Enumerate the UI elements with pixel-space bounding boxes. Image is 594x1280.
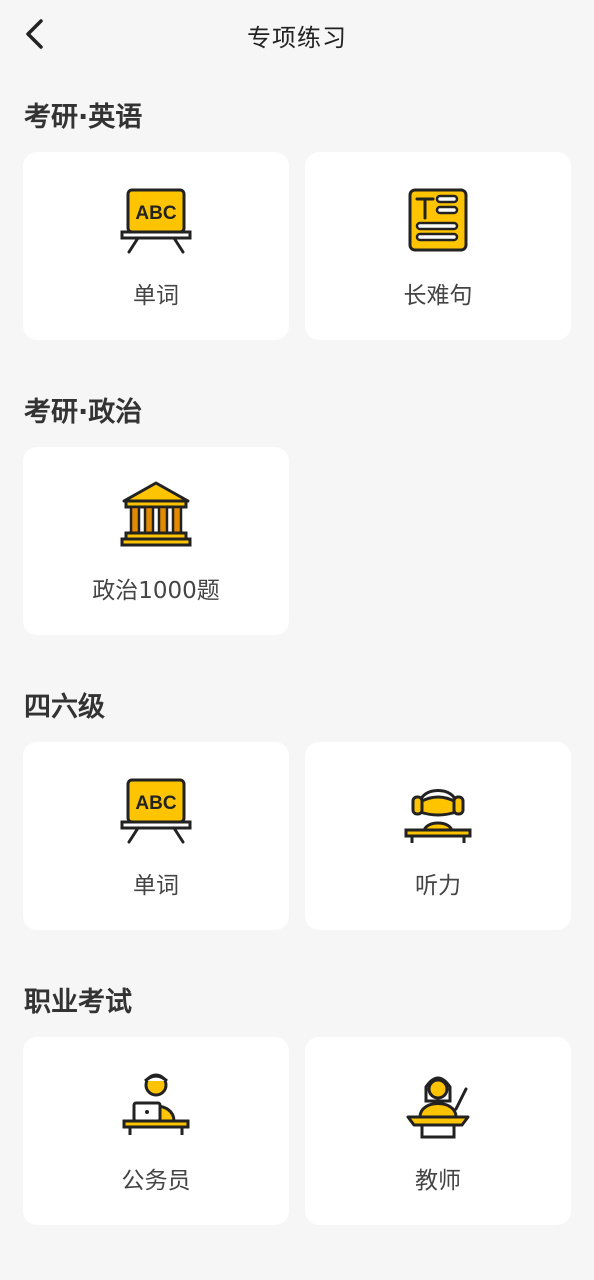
card-politics-1000[interactable]: 政治1000题: [23, 447, 289, 635]
card-label: 教师: [415, 1168, 461, 1194]
teacher-podium-icon: [406, 1076, 470, 1139]
section-title-kaoyan-politics: 考研·政治: [24, 397, 143, 428]
svg-text:ABC: ABC: [135, 203, 176, 224]
card-kaoyan-vocab[interactable]: ABC 单词: [23, 152, 289, 340]
section-title-vocational: 职业考试: [24, 987, 132, 1018]
headphones-listener-icon: [404, 789, 472, 843]
card-cet-listening[interactable]: 听力: [305, 742, 571, 930]
abc-board-icon: ABC: [120, 778, 192, 844]
abc-board-icon: ABC: [120, 188, 192, 254]
government-building-icon: [120, 481, 192, 547]
header-bar: 专项练习: [0, 0, 594, 72]
card-label: 政治1000题: [92, 578, 220, 604]
text-document-icon: [408, 188, 468, 252]
card-label: 单词: [133, 283, 179, 309]
card-label: 单词: [133, 873, 179, 899]
svg-text:ABC: ABC: [135, 793, 176, 814]
laptop-worker-icon: [122, 1073, 190, 1135]
card-label: 公务员: [121, 1168, 191, 1194]
card-civil-servant[interactable]: 公务员: [23, 1037, 289, 1225]
card-long-sentences[interactable]: 长难句: [305, 152, 571, 340]
section-title-cet: 四六级: [24, 692, 105, 723]
card-cet-vocab[interactable]: ABC 单词: [23, 742, 289, 930]
card-label: 听力: [415, 873, 461, 899]
page-title: 专项练习: [247, 24, 347, 52]
card-teacher[interactable]: 教师: [305, 1037, 571, 1225]
section-title-kaoyan-english: 考研·英语: [24, 102, 143, 133]
card-label: 长难句: [403, 283, 473, 309]
